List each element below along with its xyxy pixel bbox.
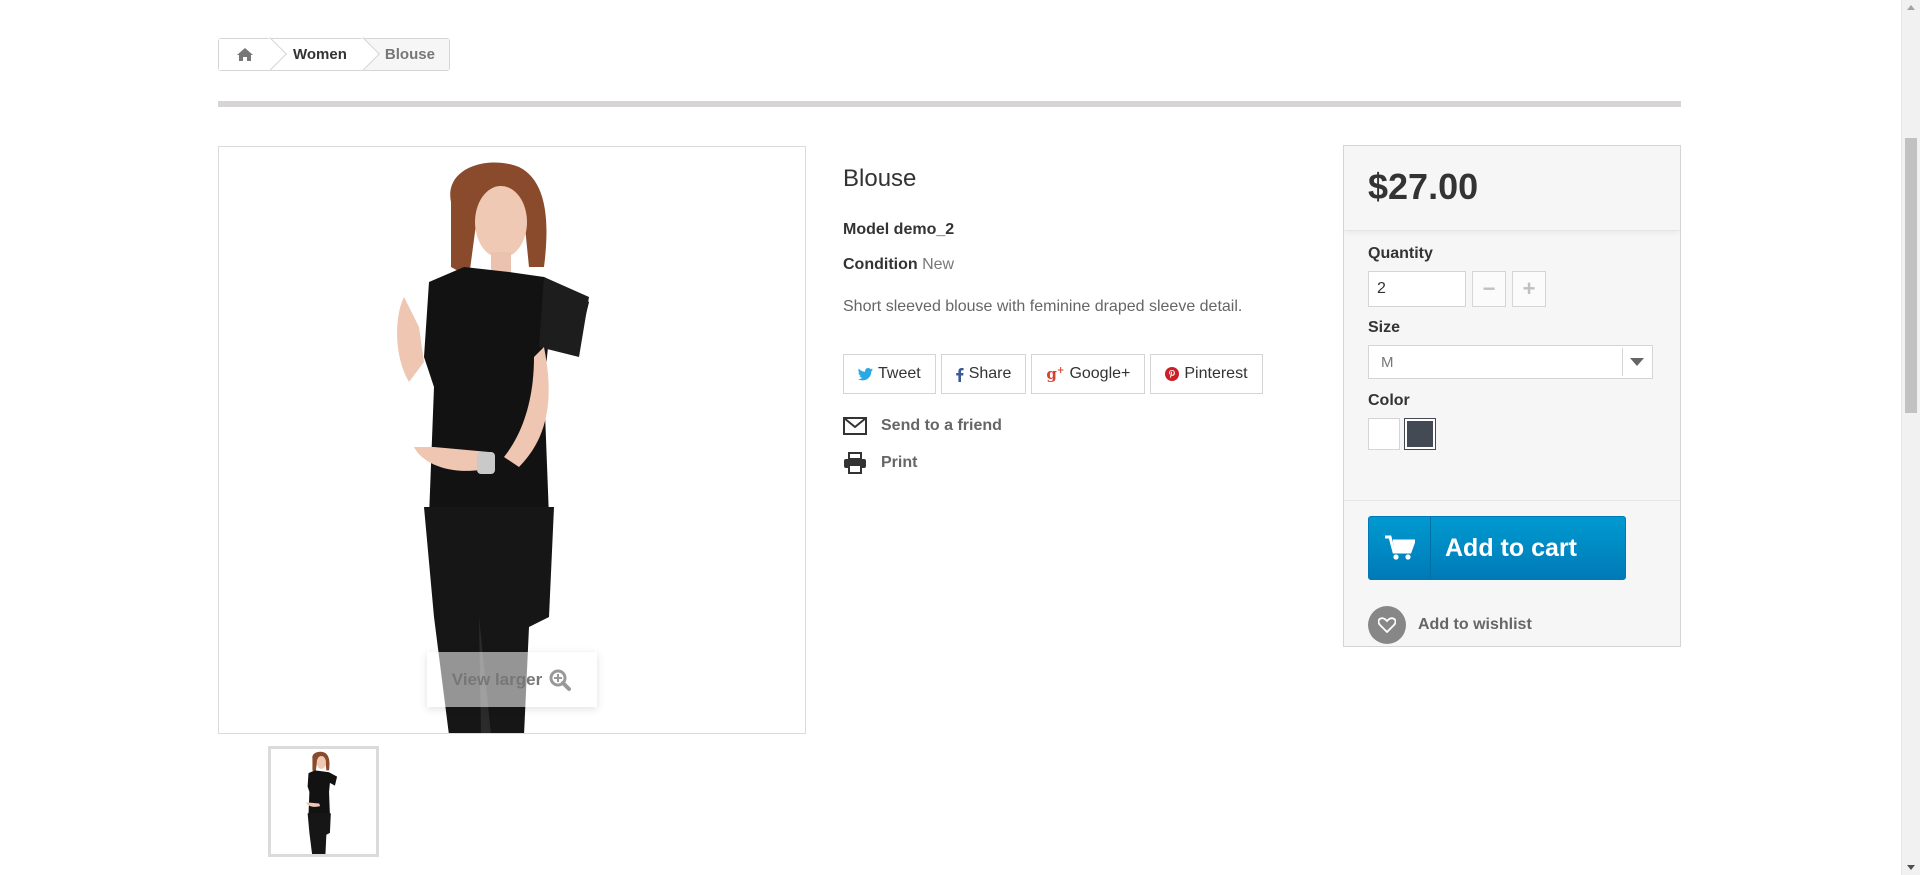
product-title: Blouse [843,165,917,192]
cart-icon [1369,517,1431,579]
view-larger-label: View larger [451,669,543,689]
swatch-fill [1407,421,1433,447]
product-links: Send to a friend Print [843,414,1283,475]
social-share-buttons: Tweet Share g+ Google+ Pinterest [843,354,1283,394]
printer-icon [844,452,866,474]
swatch-fill [1371,421,1397,447]
product-thumbnail[interactable] [268,746,379,857]
facebook-share-button[interactable]: Share [940,354,1027,394]
product-description: Short sleeved blouse with feminine drape… [843,298,1243,315]
breadcrumb-home[interactable] [219,39,271,70]
send-to-friend-label: Send to a friend [881,417,1002,434]
print-label: Print [881,454,918,471]
share-label: Share [968,365,1012,382]
pinterest-icon [1165,367,1180,381]
breadcrumb: Women Blouse [218,38,450,71]
view-larger-button[interactable]: View larger [427,652,597,707]
product-price: $27.00 [1368,166,1479,207]
twitter-icon [858,367,873,380]
add-to-cart-button[interactable]: Add to cart [1368,516,1626,580]
color-swatch-white[interactable] [1368,418,1400,450]
quantity-label: Quantity [1368,245,1433,262]
facebook-icon [955,367,964,382]
model-value: demo_2 [893,221,955,238]
condition-value: New [922,256,955,273]
model-row: Model demo_2 [843,221,1283,239]
heart-icon [1368,606,1406,644]
add-to-cart-label: Add to cart [1445,533,1577,562]
product-photo [219,147,805,733]
plus-icon: + [1522,276,1536,301]
scrollbar-thumb[interactable] [1905,138,1917,413]
color-swatch-dark-gray[interactable] [1404,418,1436,450]
pinterest-label: Pinterest [1184,365,1248,382]
tweet-label: Tweet [878,365,921,382]
add-to-wishlist-link[interactable]: Add to wishlist [1368,606,1656,644]
divider [218,101,1681,107]
size-label: Size [1368,319,1401,336]
buy-box: $27.00 Quantity 2 − + Size M Color Add t… [1343,145,1681,647]
envelope-icon [843,417,867,435]
quantity-row: 2 − + [1368,271,1656,307]
product-options: Quantity 2 − + Size M Color [1344,231,1680,501]
home-icon [236,48,253,61]
google-plus-label: Google+ [1069,365,1131,382]
pinterest-button[interactable]: Pinterest [1150,354,1263,394]
minus-icon: − [1482,276,1496,301]
condition-row: Condition New [843,256,1283,274]
tweet-button[interactable]: Tweet [843,354,936,394]
vertical-scrollbar[interactable] [1901,0,1920,875]
product-image[interactable]: View larger [218,146,806,734]
breadcrumb-label: Women [293,46,347,63]
scroll-down-icon[interactable] [1907,865,1915,870]
send-to-friend-link[interactable]: Send to a friend [843,414,1283,438]
print-link[interactable]: Print [843,451,1283,475]
model-label: Model [843,221,890,238]
cart-area: Add to cart Add to wishlist [1344,501,1680,659]
price-area: $27.00 [1344,146,1680,231]
product-info: Blouse Model demo_2 Condition New Short … [843,165,1283,488]
thumbnail-photo [271,749,376,854]
quantity-increase-button[interactable]: + [1512,271,1546,307]
breadcrumb-label: Blouse [384,46,435,63]
color-label: Color [1368,392,1410,409]
zoom-icon [549,669,572,691]
size-value: M [1381,353,1394,371]
google-plus-icon: g+ [1046,365,1065,383]
chevron-down-icon [1622,348,1650,376]
quantity-input[interactable]: 2 [1368,271,1466,307]
quantity-decrease-button[interactable]: − [1472,271,1506,307]
google-plus-button[interactable]: g+ Google+ [1031,354,1146,394]
add-to-wishlist-label: Add to wishlist [1418,616,1532,633]
condition-label: Condition [843,256,918,273]
color-swatches [1368,418,1656,450]
scroll-up-icon[interactable] [1907,5,1915,10]
size-select[interactable]: M [1368,345,1653,379]
